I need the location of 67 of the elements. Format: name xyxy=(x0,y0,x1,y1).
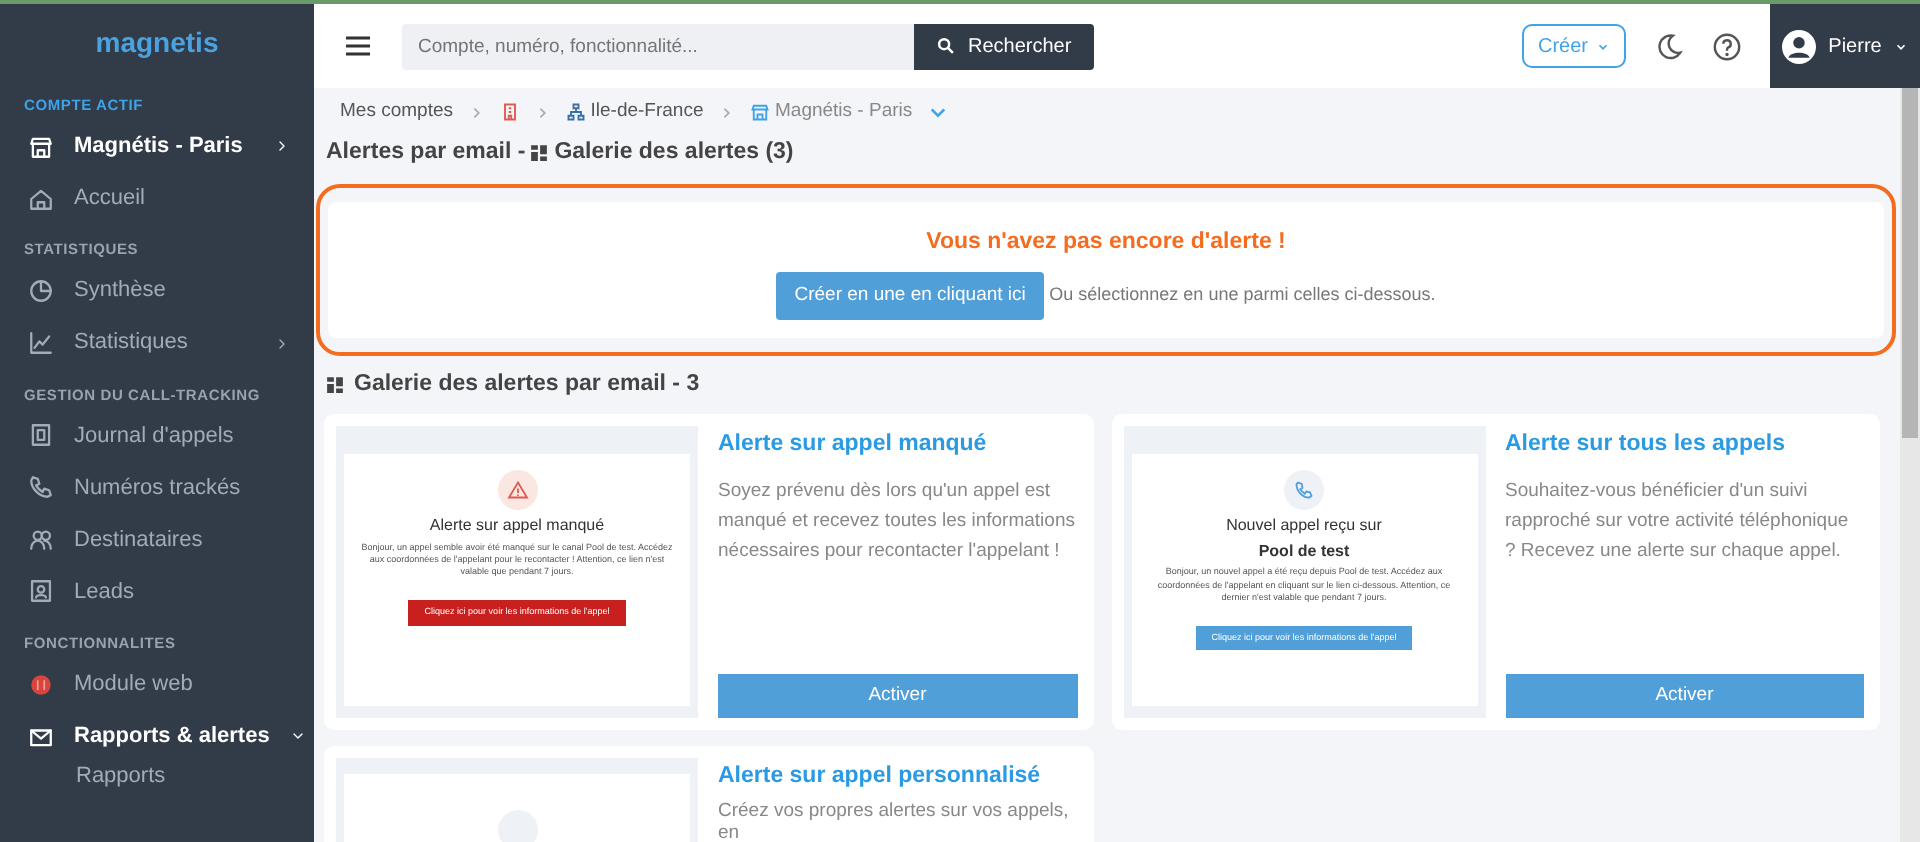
breadcrumb-link[interactable]: Mes comptes xyxy=(340,98,453,127)
envelope-icon xyxy=(28,723,54,749)
sidebar-item[interactable]: Rapports xyxy=(0,762,314,790)
breadcrumb-link[interactable]: Magnétis - Paris xyxy=(749,98,913,127)
activate-button[interactable]: Activer xyxy=(1505,674,1864,719)
preview-heading: Nouvel appel reçu sur xyxy=(1226,516,1382,536)
menu-icon[interactable] xyxy=(342,30,374,62)
chevron-right-icon xyxy=(274,138,290,155)
home-icon xyxy=(28,185,54,212)
sidebar-item[interactable]: Rapports & alertes xyxy=(0,710,314,762)
card-title[interactable]: Alerte sur appel personnalisé xyxy=(718,760,1077,795)
sidebar-item[interactable]: Statistiques xyxy=(0,317,314,369)
user-avatar-icon xyxy=(1782,29,1817,63)
page-title: Galerie des alertes (3) xyxy=(554,138,794,169)
contact-card-icon xyxy=(28,578,54,605)
preview-subheading: Pool de test xyxy=(1258,541,1350,561)
sidebar-item[interactable]: Numéros trackés xyxy=(0,461,314,514)
sitemap-icon xyxy=(565,102,585,123)
card-description: Créez vos propres alertes sur vos appels, en xyxy=(718,799,1071,842)
gallery-title: Galerie des alertes par email - 3 xyxy=(354,370,700,400)
sidebar-item[interactable]: Magnétis - Paris xyxy=(0,120,314,173)
users-icon xyxy=(28,526,54,553)
grid-icon xyxy=(326,376,344,395)
sidebar-item[interactable]: Leads xyxy=(0,565,314,618)
web-module-icon xyxy=(28,671,54,697)
search-button[interactable]: Rechercher xyxy=(914,23,1094,69)
phone-icon xyxy=(1284,470,1324,511)
moon-icon[interactable] xyxy=(1654,31,1684,61)
card-description: Soyez prévenu dès lors qu'un appel est manqué et recevez toutes les informations nécessaires pour recontacter l'appelant ! xyxy=(718,477,1077,566)
line-chart-icon xyxy=(28,330,54,356)
journal-icon xyxy=(28,422,54,449)
caret-icon xyxy=(1893,39,1908,53)
card-title[interactable]: Alerte sur appel manqué xyxy=(718,428,1077,463)
search-field[interactable]: Compte, numéro, fonctionnalité... xyxy=(402,23,914,69)
help-icon[interactable] xyxy=(1712,31,1742,61)
logo[interactable]: magnetis xyxy=(0,4,314,80)
card-description: Souhaitez-vous bénéficier d'un suivi rapproché sur votre activité téléphonique ? Recevez une alerte sur chaque appel. xyxy=(1505,477,1851,566)
chevron-right-icon xyxy=(535,105,549,120)
caret-icon xyxy=(1596,39,1610,53)
chevron-down-icon xyxy=(289,728,306,744)
building-icon[interactable] xyxy=(499,102,519,123)
user-menu[interactable]: Pierre xyxy=(1770,4,1920,88)
phone-icon xyxy=(28,474,54,501)
breadcrumb-link[interactable]: Ile-de-France xyxy=(565,98,704,127)
activate-button[interactable]: Activer xyxy=(718,674,1077,719)
page-title-prefix: Alertes par email - xyxy=(326,138,526,169)
grid-icon xyxy=(530,144,549,163)
chevron-right-icon xyxy=(469,105,483,120)
empty-state-message: Vous n'avez pas encore d'alerte ! xyxy=(926,227,1286,257)
store-icon xyxy=(28,133,54,160)
sidebar-item[interactable]: Destinataires xyxy=(0,513,314,566)
empty-state-hint: Ou sélectionnez en une parmi celles ci-dessous. xyxy=(1049,282,1436,309)
chevron-right-icon xyxy=(719,105,734,120)
card-title[interactable]: Alerte sur tous les appels xyxy=(1505,428,1864,463)
sidebar-item[interactable]: Module web xyxy=(0,658,314,710)
sidebar-item[interactable]: Synthèse xyxy=(0,265,314,317)
sidebar-item[interactable]: Accueil xyxy=(0,172,314,225)
warning-icon xyxy=(497,470,537,511)
create-alert-button[interactable]: Créer en une en cliquant ici xyxy=(776,271,1044,320)
chevron-right-icon xyxy=(274,335,290,351)
scrollbar[interactable] xyxy=(1900,88,1920,842)
preview-heading: Alerte sur appel manqué xyxy=(429,516,605,536)
store-icon xyxy=(749,102,770,123)
sidebar-item[interactable]: Journal d'appels xyxy=(0,409,314,462)
search-icon xyxy=(936,36,956,56)
pie-chart-icon xyxy=(28,278,54,304)
create-button[interactable]: Créer xyxy=(1521,24,1626,68)
